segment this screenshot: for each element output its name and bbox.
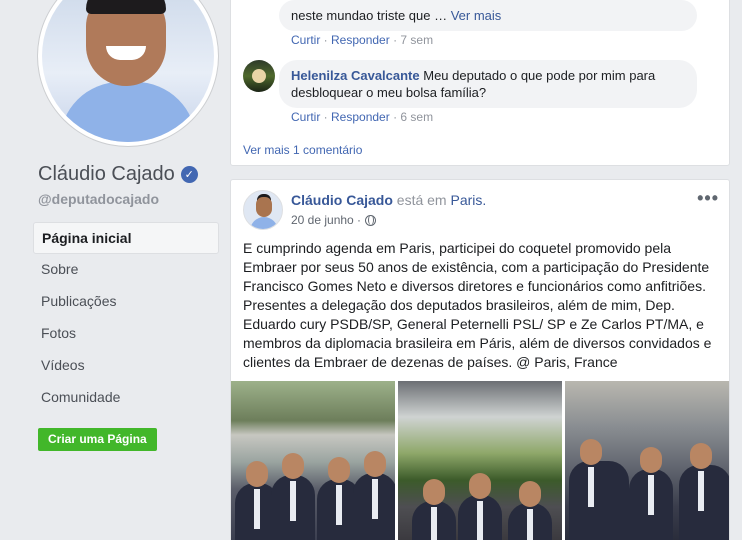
post-photo[interactable]	[231, 381, 395, 540]
post-photo[interactable]	[398, 381, 562, 540]
verified-badge-icon: ✓	[180, 166, 198, 183]
comment-actions: Curtir · Responder · 7 sem	[291, 33, 434, 47]
comments-card: neste mundao triste que … Ver mais Curti…	[230, 0, 730, 166]
post-photo[interactable]	[565, 381, 729, 540]
comment-time[interactable]: 7 sem	[400, 33, 433, 47]
comment-time[interactable]: 6 sem	[400, 110, 433, 124]
post-text: E cumprindo agenda em Paris, participei …	[243, 240, 712, 370]
comment-text: neste mundao triste que …	[291, 8, 451, 23]
nav-item-videos[interactable]: Vídeos	[33, 350, 219, 382]
post-author-avatar[interactable]	[243, 190, 283, 230]
commenter-avatar[interactable]	[243, 60, 275, 92]
commenter-name[interactable]: Helenilza Cavalcante	[291, 68, 420, 83]
nav-item-home[interactable]: Página inicial	[33, 222, 219, 254]
like-link[interactable]: Curtir	[291, 110, 320, 124]
post-photos	[231, 381, 729, 540]
create-page-button[interactable]: Criar uma Página	[38, 428, 157, 451]
more-comments-link[interactable]: Ver mais 1 comentário	[243, 143, 362, 157]
post-author-name[interactable]: Cláudio Cajado	[291, 192, 393, 208]
post-location-link[interactable]: Paris.	[451, 192, 487, 208]
like-link[interactable]: Curtir	[291, 33, 320, 47]
globe-icon[interactable]	[365, 214, 377, 226]
comment-bubble: neste mundao triste que … Ver mais	[279, 0, 697, 31]
profile-picture[interactable]	[38, 0, 218, 146]
page-title: Cláudio Cajado ✓	[38, 163, 198, 186]
post-date[interactable]: 20 de junho ·	[291, 213, 361, 227]
post-card: Cláudio Cajado está em Paris. 20 de junh…	[230, 179, 730, 540]
nav-item-community[interactable]: Comunidade	[33, 382, 219, 414]
nav-item-photos[interactable]: Fotos	[33, 318, 219, 350]
see-more-link[interactable]: Ver mais	[451, 8, 502, 23]
comment-bubble: Helenilza Cavalcante Meu deputado o que …	[279, 60, 697, 108]
comment-actions: Curtir · Responder · 6 sem	[291, 110, 434, 124]
page-name-text[interactable]: Cláudio Cajado	[38, 163, 175, 186]
more-options-icon[interactable]: •••	[697, 188, 719, 209]
left-column: Cláudio Cajado ✓ @deputadocajado Página …	[0, 0, 229, 540]
page-nav: Página inicial Sobre Publicações Fotos V…	[33, 222, 219, 414]
page-handle[interactable]: @deputadocajado	[38, 191, 159, 207]
nav-item-about[interactable]: Sobre	[33, 254, 219, 286]
reply-link[interactable]: Responder	[331, 33, 390, 47]
post-is-at: está em	[392, 192, 451, 208]
nav-item-posts[interactable]: Publicações	[33, 286, 219, 318]
profile-photo-image	[42, 0, 214, 142]
post-meta: 20 de junho ·	[291, 213, 377, 227]
post-header: Cláudio Cajado está em Paris.	[291, 192, 486, 208]
reply-link[interactable]: Responder	[331, 110, 390, 124]
